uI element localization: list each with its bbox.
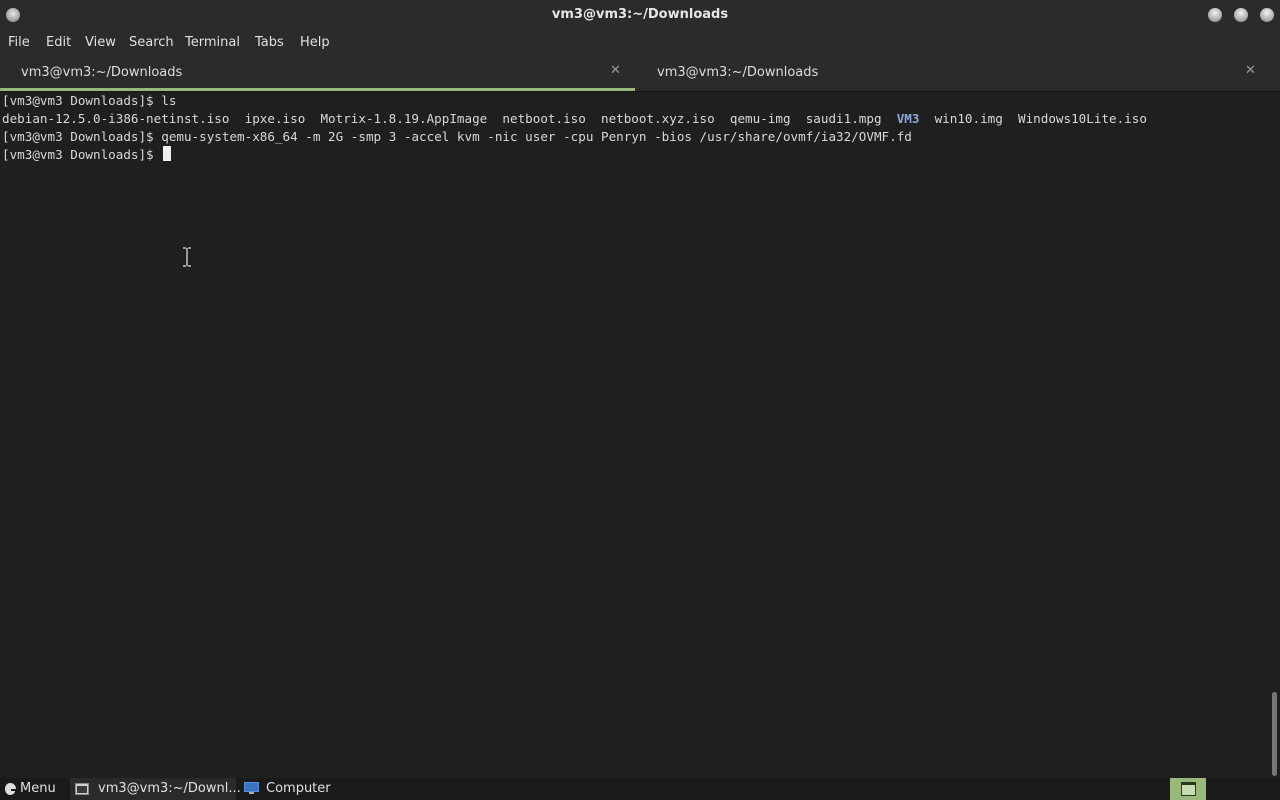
prompt: [vm3@vm3 Downloads]$ (2, 93, 162, 108)
start-menu-button[interactable]: Menu (0, 778, 62, 800)
menu-help[interactable]: Help (300, 35, 330, 50)
menu-search[interactable]: Search (129, 35, 174, 50)
taskbar-window-terminal[interactable]: vm3@vm3:~/Downl... (70, 778, 241, 800)
tab-2-label: vm3@vm3:~/Downloads (657, 65, 819, 80)
computer-icon (244, 782, 259, 794)
menu-edit[interactable]: Edit (46, 35, 71, 50)
menu-file[interactable]: File (8, 35, 30, 50)
terminal-line: [vm3@vm3 Downloads]$ (2, 146, 172, 164)
close-window-button[interactable] (1260, 8, 1274, 22)
menu-terminal[interactable]: Terminal (185, 35, 240, 50)
taskbar-computer[interactable]: Computer (240, 778, 340, 800)
directory-entry: VM3 (896, 111, 920, 126)
taskbar: Menu vm3@vm3:~/Downl... Computer (0, 778, 1280, 800)
ibeam-cursor-icon (183, 247, 191, 267)
workspace-switcher[interactable] (1170, 778, 1206, 800)
prompt: [vm3@vm3 Downloads]$ (2, 147, 162, 162)
title-bar[interactable]: vm3@vm3:~/Downloads (0, 0, 1280, 30)
menu-icon (5, 783, 16, 795)
scrollbar-thumb[interactable] (1272, 692, 1277, 776)
window-title: vm3@vm3:~/Downloads (551, 7, 729, 22)
terminal-icon (75, 783, 89, 795)
maximize-button[interactable] (1234, 8, 1248, 22)
tab-1[interactable]: vm3@vm3:~/Downloads ✕ (0, 55, 635, 91)
menu-tabs[interactable]: Tabs (255, 35, 284, 50)
workspace-icon (1181, 782, 1196, 796)
ls-output: debian-12.5.0-i386-netinst.iso ipxe.iso … (2, 111, 897, 126)
terminal-line: [vm3@vm3 Downloads]$ ls (2, 92, 176, 110)
menu-view[interactable]: View (85, 35, 116, 50)
terminal-scrollbar[interactable] (1268, 92, 1280, 778)
tab-2[interactable]: vm3@vm3:~/Downloads ✕ (635, 55, 1280, 91)
terminal-line: [vm3@vm3 Downloads]$ qemu-system-x86_64 … (2, 128, 912, 146)
computer-label: Computer (266, 781, 331, 796)
menu-label: Menu (20, 781, 56, 796)
tab-1-close-icon[interactable]: ✕ (610, 63, 621, 78)
tab-bar: vm3@vm3:~/Downloads ✕ vm3@vm3:~/Download… (0, 55, 1280, 92)
taskbar-window-label: vm3@vm3:~/Downl... (98, 781, 241, 796)
active-tab-indicator (0, 88, 635, 91)
minimize-button[interactable] (1208, 8, 1222, 22)
terminal-line: debian-12.5.0-i386-netinst.iso ipxe.iso … (2, 110, 1147, 128)
terminal-output[interactable]: [vm3@vm3 Downloads]$ ls debian-12.5.0-i3… (0, 92, 1268, 778)
command-text: qemu-system-x86_64 -m 2G -smp 3 -accel k… (161, 129, 912, 144)
command-text: ls (161, 93, 177, 108)
tab-2-close-icon[interactable]: ✕ (1245, 63, 1256, 78)
prompt: [vm3@vm3 Downloads]$ (2, 129, 162, 144)
text-cursor (163, 146, 172, 161)
terminal-window: vm3@vm3:~/Downloads File Edit View Searc… (0, 0, 1280, 778)
ls-output: win10.img Windows10Lite.iso (919, 111, 1147, 126)
tab-1-label: vm3@vm3:~/Downloads (21, 65, 183, 80)
menu-bar: File Edit View Search Terminal Tabs Help (0, 30, 1280, 55)
